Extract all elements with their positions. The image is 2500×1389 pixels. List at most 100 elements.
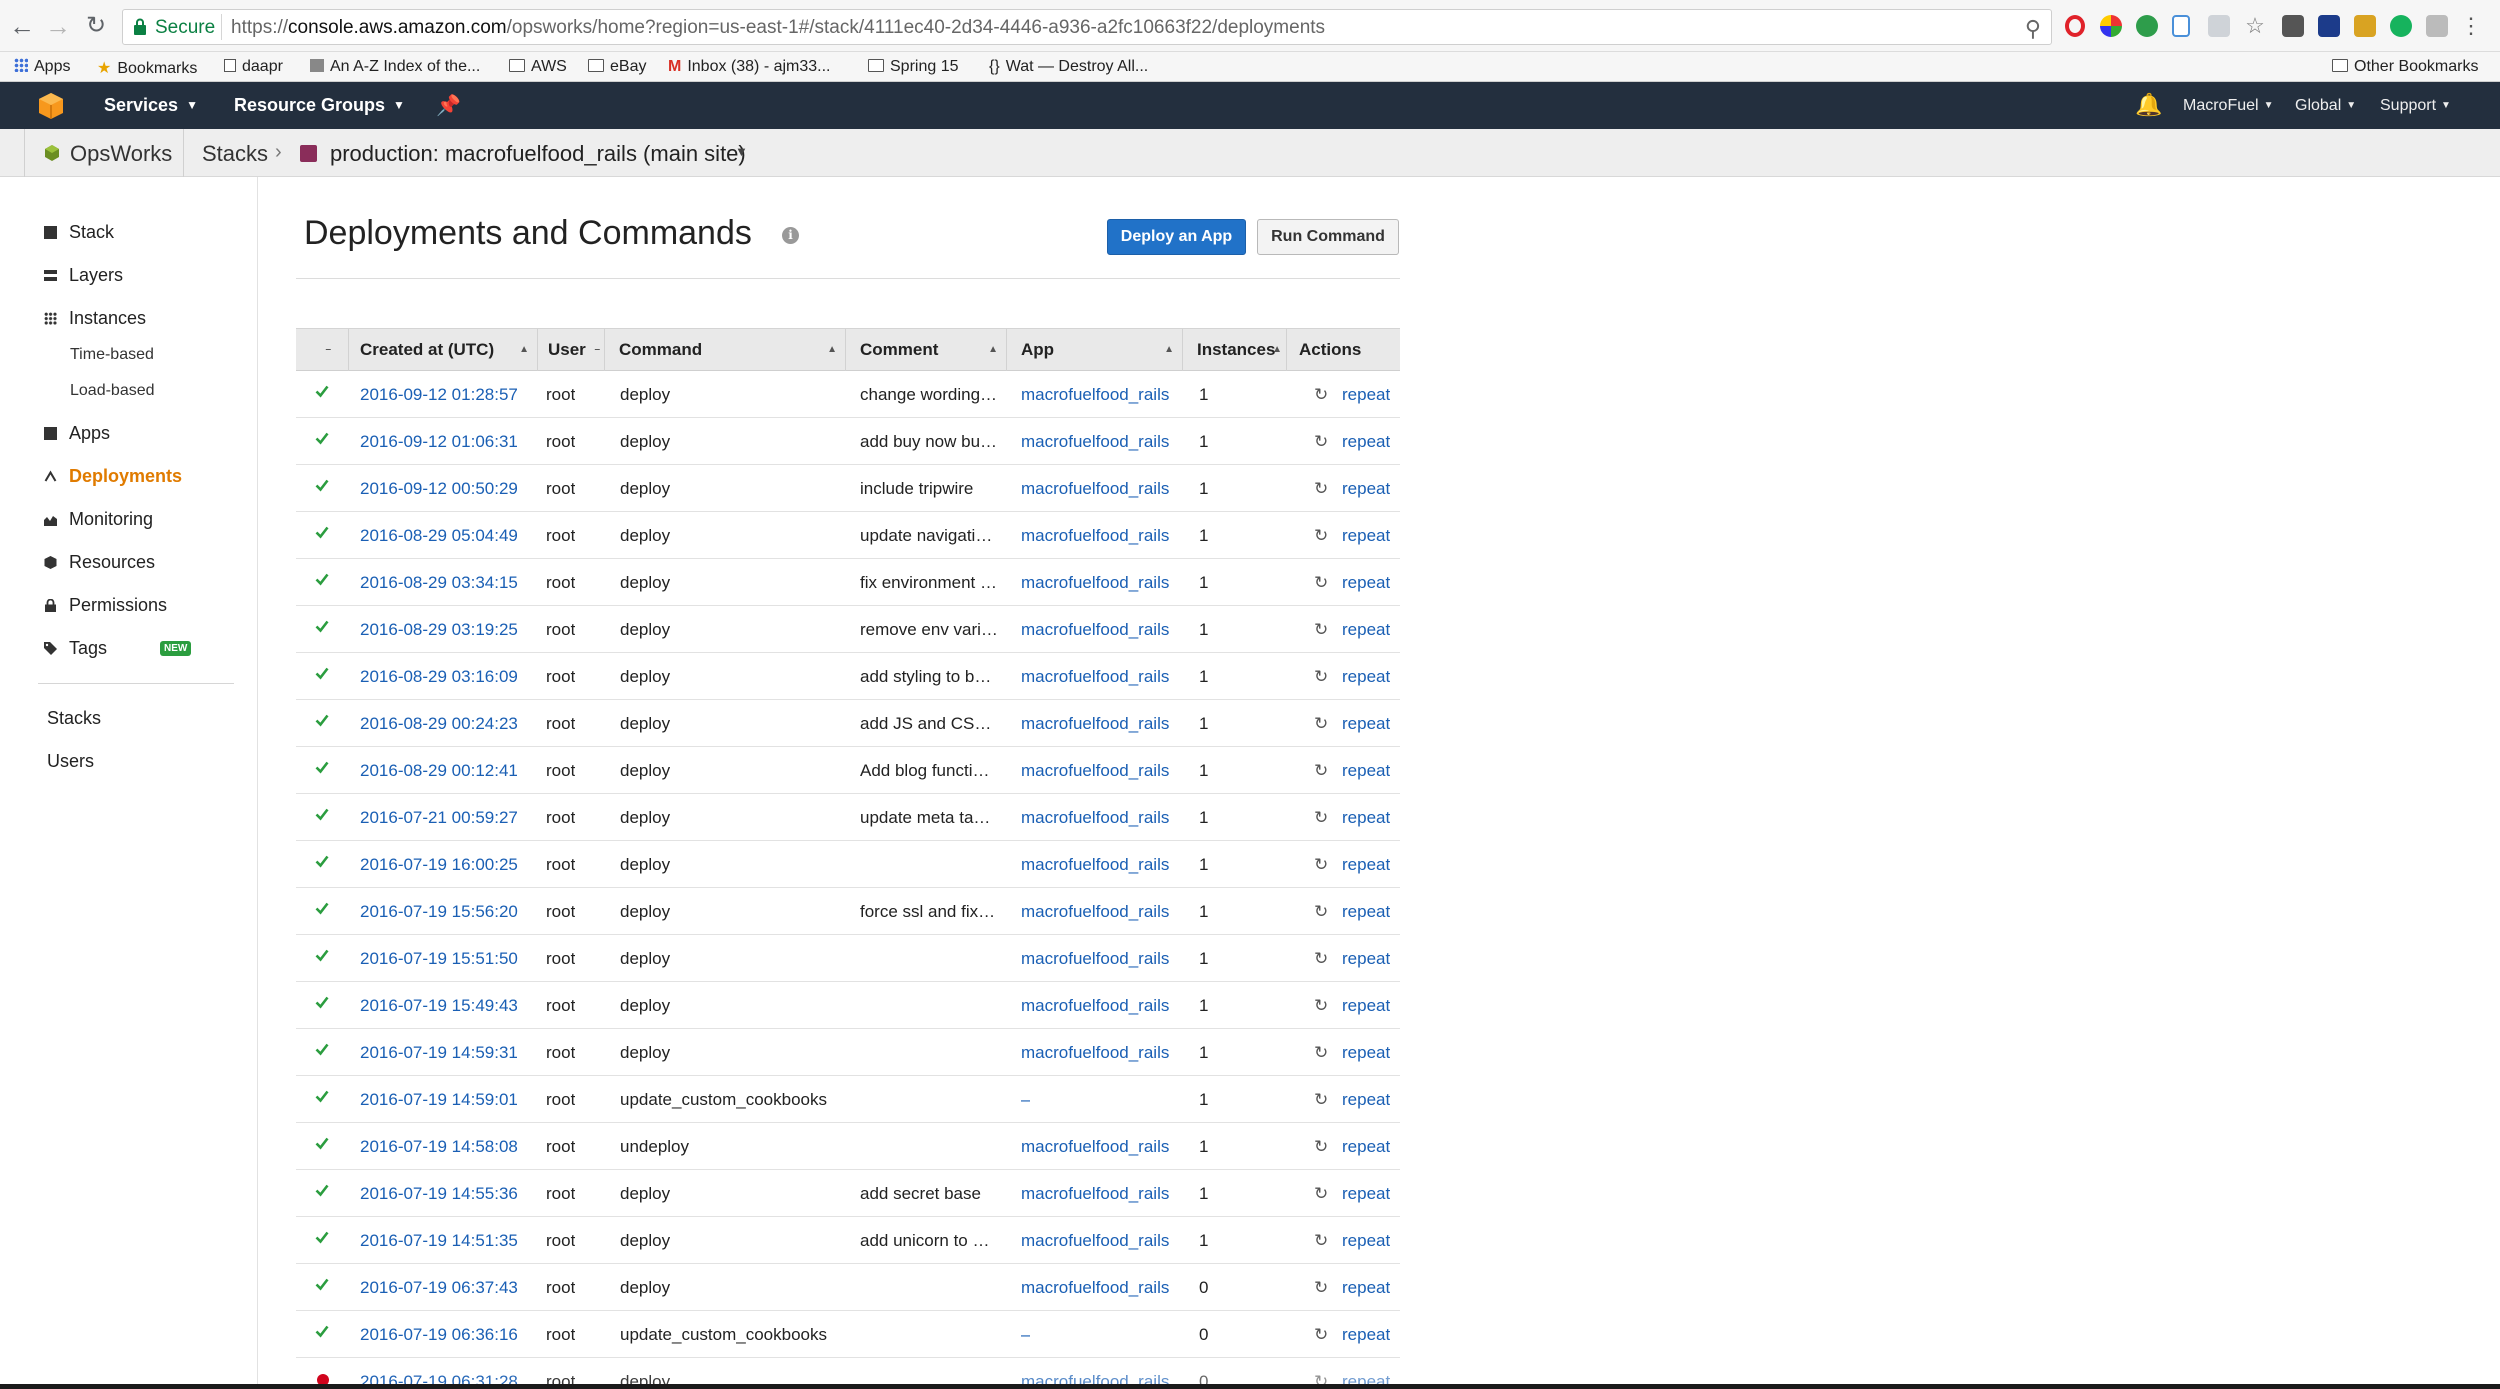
app-link[interactable]: macrofuelfood_rails	[1021, 479, 1169, 499]
support-menu[interactable]: Support ▼	[2380, 97, 2451, 115]
refresh-icon[interactable]: ↻	[1314, 526, 1328, 546]
created-at-link[interactable]: 2016-07-19 06:37:43	[360, 1278, 518, 1298]
sidebar-item-time-based[interactable]: Time-based	[70, 346, 154, 364]
grid-extension-icon[interactable]	[2208, 15, 2230, 37]
refresh-icon[interactable]: ↻	[1314, 1325, 1328, 1345]
repeat-link[interactable]: repeat	[1342, 1278, 1390, 1298]
bookmark-bookmarks[interactable]: ★ Bookmarks	[97, 58, 197, 78]
repeat-link[interactable]: repeat	[1342, 761, 1390, 781]
refresh-icon[interactable]: ↻	[1314, 1231, 1328, 1251]
refresh-icon[interactable]: ↻	[1314, 620, 1328, 640]
refresh-icon[interactable]: ↻	[1314, 432, 1328, 452]
repeat-link[interactable]: repeat	[1342, 573, 1390, 593]
bookmark-extension-icon[interactable]	[2172, 15, 2190, 37]
app-link[interactable]: macrofuelfood_rails	[1021, 1278, 1169, 1298]
refresh-icon[interactable]: ↻	[1314, 1090, 1328, 1110]
created-at-link[interactable]: 2016-08-29 00:12:41	[360, 761, 518, 781]
chevron-down-icon[interactable]: ▼	[735, 144, 748, 159]
refresh-icon[interactable]: ↻	[1314, 667, 1328, 687]
created-at-link[interactable]: 2016-07-21 00:59:27	[360, 808, 518, 828]
created-at-link[interactable]: 2016-07-19 14:59:01	[360, 1090, 518, 1110]
grammarly-icon[interactable]	[2390, 15, 2412, 37]
app-link[interactable]: macrofuelfood_rails	[1021, 1184, 1169, 1204]
region-menu[interactable]: Global ▼	[2295, 97, 2356, 115]
sidebar-item-stacks[interactable]: Stacks	[47, 708, 101, 729]
opsworks-home-link[interactable]: OpsWorks	[70, 141, 172, 167]
green-extension-icon[interactable]	[2136, 15, 2158, 37]
bookmark-daapr[interactable]: daapr	[224, 58, 283, 76]
opera-extension-icon[interactable]	[2065, 15, 2085, 37]
bell-icon[interactable]: 🔔	[2135, 92, 2162, 118]
refresh-icon[interactable]: ↻	[1314, 808, 1328, 828]
created-at-link[interactable]: 2016-08-29 03:16:09	[360, 667, 518, 687]
url-text[interactable]: https://console.aws.amazon.com/opsworks/…	[231, 17, 1325, 39]
pin-icon[interactable]: 📌	[436, 93, 461, 118]
created-at-link[interactable]: 2016-07-19 14:55:36	[360, 1184, 518, 1204]
refresh-icon[interactable]: ↻	[1314, 996, 1328, 1016]
bookmark-az-index[interactable]: An A-Z Index of the...	[310, 58, 480, 76]
app-link[interactable]: macrofuelfood_rails	[1021, 432, 1169, 452]
refresh-icon[interactable]: ↻	[1314, 1043, 1328, 1063]
bookmark-spring15[interactable]: Spring 15	[868, 58, 959, 76]
repeat-link[interactable]: repeat	[1342, 667, 1390, 687]
repeat-link[interactable]: repeat	[1342, 479, 1390, 499]
created-at-link[interactable]: 2016-07-19 15:51:50	[360, 949, 518, 969]
created-at-link[interactable]: 2016-09-12 00:50:29	[360, 479, 518, 499]
repeat-link[interactable]: repeat	[1342, 385, 1390, 405]
refresh-icon[interactable]: ↻	[1314, 573, 1328, 593]
app-link[interactable]: macrofuelfood_rails	[1021, 1043, 1169, 1063]
refresh-icon[interactable]: ↻	[1314, 949, 1328, 969]
app-link[interactable]: macrofuelfood_rails	[1021, 667, 1169, 687]
app-link[interactable]: macrofuelfood_rails	[1021, 996, 1169, 1016]
deploy-app-button[interactable]: Deploy an App	[1107, 219, 1246, 255]
repeat-link[interactable]: repeat	[1342, 996, 1390, 1016]
refresh-icon[interactable]: ↻	[1314, 761, 1328, 781]
column-header-status[interactable]: –	[296, 329, 349, 371]
column-header-user[interactable]: User –	[538, 329, 605, 371]
camera-icon[interactable]	[2426, 15, 2448, 37]
app-link[interactable]: macrofuelfood_rails	[1021, 385, 1169, 405]
repeat-link[interactable]: repeat	[1342, 1137, 1390, 1157]
app-link[interactable]: macrofuelfood_rails	[1021, 761, 1169, 781]
bookmark-other[interactable]: Other Bookmarks	[2332, 58, 2478, 76]
services-menu[interactable]: Services ▼	[104, 95, 198, 116]
aws-cube-icon[interactable]	[36, 91, 66, 121]
created-at-link[interactable]: 2016-07-19 14:59:31	[360, 1043, 518, 1063]
app-link[interactable]: macrofuelfood_rails	[1021, 526, 1169, 546]
refresh-icon[interactable]: ↻	[1314, 385, 1328, 405]
refresh-icon[interactable]: ↻	[1314, 902, 1328, 922]
app-link[interactable]: macrofuelfood_rails	[1021, 1231, 1169, 1251]
repeat-link[interactable]: repeat	[1342, 714, 1390, 734]
app-link[interactable]: macrofuelfood_rails	[1021, 573, 1169, 593]
colorful-extension-icon[interactable]	[2100, 15, 2122, 37]
bookmark-aws[interactable]: AWS	[509, 58, 567, 76]
back-icon[interactable]: ←	[8, 12, 36, 40]
created-at-link[interactable]: 2016-09-12 01:28:57	[360, 385, 518, 405]
app-link[interactable]: macrofuelfood_rails	[1021, 1137, 1169, 1157]
created-at-link[interactable]: 2016-08-29 03:34:15	[360, 573, 518, 593]
created-at-link[interactable]: 2016-08-29 05:04:49	[360, 526, 518, 546]
repeat-link[interactable]: repeat	[1342, 1325, 1390, 1345]
forward-icon[interactable]: →	[44, 12, 72, 40]
column-header-app[interactable]: App ▲	[1007, 329, 1183, 371]
created-at-link[interactable]: 2016-07-19 14:51:35	[360, 1231, 518, 1251]
account-menu[interactable]: MacroFuel ▼	[2183, 97, 2273, 115]
repeat-link[interactable]: repeat	[1342, 1184, 1390, 1204]
breadcrumb-stacks-link[interactable]: Stacks	[202, 141, 268, 167]
repeat-link[interactable]: repeat	[1342, 620, 1390, 640]
repeat-link[interactable]: repeat	[1342, 1231, 1390, 1251]
sidebar-item-load-based[interactable]: Load-based	[70, 382, 155, 400]
calendar-extension-icon[interactable]	[2354, 15, 2376, 37]
refresh-icon[interactable]: ↻	[1314, 1137, 1328, 1157]
created-at-link[interactable]: 2016-07-19 15:56:20	[360, 902, 518, 922]
created-at-link[interactable]: 2016-08-29 03:19:25	[360, 620, 518, 640]
star-icon[interactable]: ☆	[2244, 15, 2266, 37]
created-at-link[interactable]: 2016-07-19 14:58:08	[360, 1137, 518, 1157]
repeat-link[interactable]: repeat	[1342, 1043, 1390, 1063]
bookmark-inbox[interactable]: M Inbox (38) - ajm33...	[668, 58, 831, 76]
created-at-link[interactable]: 2016-08-29 00:24:23	[360, 714, 518, 734]
created-at-link[interactable]: 2016-07-19 15:49:43	[360, 996, 518, 1016]
address-bar[interactable]: Secure https://console.aws.amazon.com/op…	[122, 9, 2052, 45]
refresh-icon[interactable]: ↻	[1314, 855, 1328, 875]
s-extension-icon[interactable]	[2282, 15, 2304, 37]
